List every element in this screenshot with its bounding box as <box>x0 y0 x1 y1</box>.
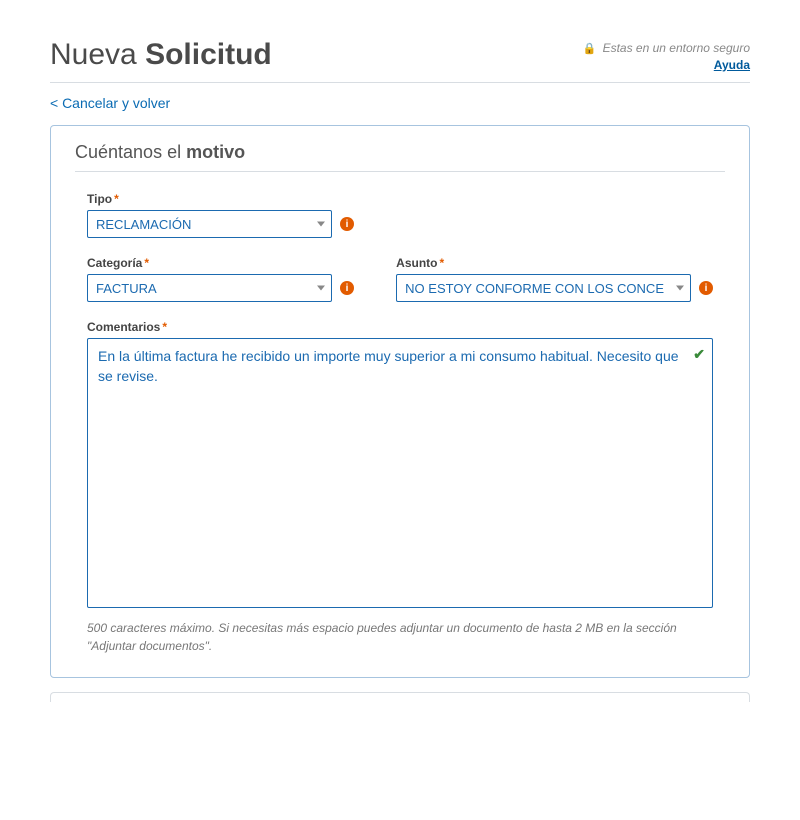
secure-line: 🔒 Estas en un entorno seguro <box>583 41 750 55</box>
categoria-label: Categoría* <box>87 256 360 270</box>
categoria-select[interactable]: FACTURA <box>87 274 332 302</box>
field-tipo: Tipo* RECLAMACIÓN i <box>87 192 354 238</box>
info-icon[interactable]: i <box>340 217 354 231</box>
required-star: * <box>144 256 149 270</box>
field-asunto: Asunto* NO ESTOY CONFORME CON LOS CONCE … <box>396 256 713 302</box>
field-comentarios: Comentarios* ✔ 500 caracteres máximo. Si… <box>87 320 713 655</box>
page-title-light: Nueva <box>50 38 145 71</box>
check-icon: ✔ <box>693 346 705 363</box>
reason-panel: Cuéntanos el motivo Tipo* RECLAMACIÓN i <box>50 125 750 678</box>
tipo-value: RECLAMACIÓN <box>96 217 191 232</box>
secure-text: Estas en un entorno seguro <box>603 41 750 55</box>
chevron-down-icon <box>676 286 684 291</box>
required-star: * <box>114 192 119 206</box>
lock-icon: 🔒 <box>583 42 597 55</box>
comentarios-label: Comentarios* <box>87 320 713 334</box>
panel-title-light: Cuéntanos el <box>75 142 186 162</box>
asunto-label: Asunto* <box>396 256 713 270</box>
categoria-value: FACTURA <box>96 281 157 296</box>
required-star: * <box>439 256 444 270</box>
comentarios-label-text: Comentarios <box>87 320 160 334</box>
asunto-label-text: Asunto <box>396 256 437 270</box>
tipo-label: Tipo* <box>87 192 354 206</box>
page-header: Nueva Solicitud 🔒 Estas en un entorno se… <box>50 20 750 83</box>
help-link[interactable]: Ayuda <box>714 58 750 72</box>
info-icon[interactable]: i <box>699 281 713 295</box>
cancel-back-link[interactable]: < Cancelar y volver <box>50 95 170 111</box>
comentarios-hint: 500 caracteres máximo. Si necesitas más … <box>87 619 713 655</box>
asunto-value: NO ESTOY CONFORME CON LOS CONCE <box>405 281 664 296</box>
next-panel-preview <box>50 692 750 702</box>
asunto-select[interactable]: NO ESTOY CONFORME CON LOS CONCE <box>396 274 691 302</box>
chevron-down-icon <box>317 286 325 291</box>
page-title: Nueva Solicitud <box>50 20 272 72</box>
chevron-down-icon <box>317 222 325 227</box>
info-icon[interactable]: i <box>340 281 354 295</box>
page-title-bold: Solicitud <box>145 38 272 71</box>
tipo-select[interactable]: RECLAMACIÓN <box>87 210 332 238</box>
tipo-label-text: Tipo <box>87 192 112 206</box>
required-star: * <box>162 320 167 334</box>
categoria-label-text: Categoría <box>87 256 142 270</box>
comentarios-textarea[interactable] <box>87 338 713 608</box>
panel-title: Cuéntanos el motivo <box>75 142 725 172</box>
panel-title-bold: motivo <box>186 142 245 162</box>
field-categoria: Categoría* FACTURA i <box>87 256 360 302</box>
secure-block: 🔒 Estas en un entorno seguro Ayuda <box>583 41 750 72</box>
